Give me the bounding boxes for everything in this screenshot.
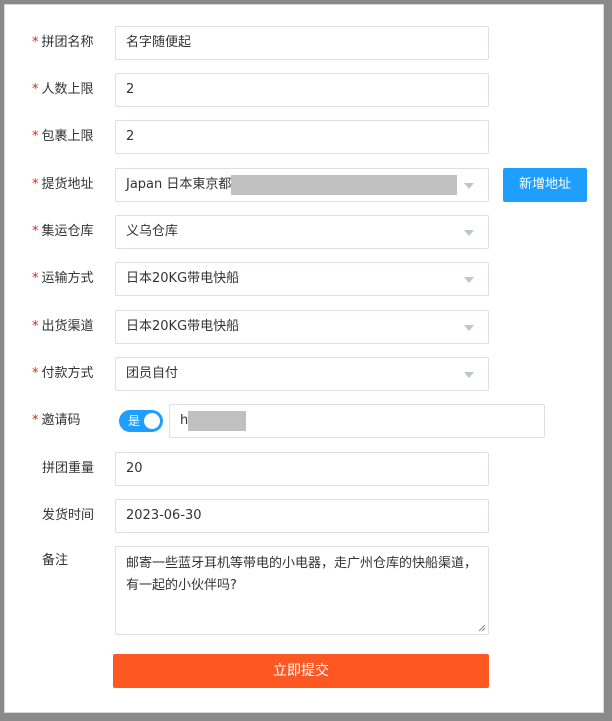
chevron-down-icon — [464, 372, 474, 378]
required-asterisk: * — [32, 366, 39, 381]
required-asterisk: * — [32, 319, 39, 334]
chevron-down-icon — [464, 230, 474, 236]
form-panel: * 拼团名称 名字随便起 * 人数上限 2 * 包裹上限 2 * 提货地址 Japan … — [4, 4, 604, 713]
remark-label: 备注 — [42, 553, 69, 568]
payment-method-label: * 付款方式 — [32, 366, 94, 381]
chevron-down-icon — [464, 325, 474, 331]
remark-textarea[interactable]: 邮寄一些蓝牙耳机等带电的小电器，走广州仓库的快船渠道，有一起的小伙伴吗? — [115, 546, 489, 635]
toggle-knob — [144, 413, 160, 429]
pickup-address-label: * 提货地址 — [32, 177, 94, 192]
group-name-label: * 拼团名称 — [32, 35, 94, 50]
redacted-block — [231, 174, 458, 195]
package-limit-input[interactable]: 2 — [115, 120, 489, 154]
invite-code-input[interactable]: h — [169, 404, 545, 438]
add-address-button[interactable]: 新增地址 — [503, 168, 587, 202]
submit-button[interactable]: 立即提交 — [113, 654, 489, 688]
redacted-block — [188, 410, 247, 431]
shipping-method-value: 日本20KG带电快船 — [126, 271, 240, 286]
required-asterisk: * — [32, 224, 39, 239]
resize-grip-icon[interactable] — [478, 624, 486, 632]
toggle-label: 是 — [128, 414, 141, 428]
invite-code-toggle[interactable]: 是 — [119, 410, 163, 432]
payment-method-select[interactable]: 团员自付 — [115, 357, 489, 391]
invite-code-label: * 邀请码 — [32, 413, 81, 428]
shipping-channel-select[interactable]: 日本20KG带电快船 — [115, 310, 489, 344]
package-limit-label: * 包裹上限 — [32, 129, 94, 144]
shipping-method-label: * 运输方式 — [32, 271, 94, 286]
required-asterisk: * — [32, 35, 39, 50]
warehouse-select[interactable]: 义乌仓库 — [115, 215, 489, 249]
invite-code-value: h — [180, 413, 189, 428]
warehouse-value: 义乌仓库 — [126, 224, 179, 239]
people-limit-label: * 人数上限 — [32, 82, 94, 97]
required-asterisk: * — [32, 129, 39, 144]
required-asterisk: * — [32, 413, 39, 428]
shipping-channel-value: 日本20KG带电快船 — [126, 319, 240, 334]
ship-date-label: 发货时间 — [42, 508, 95, 523]
group-name-input[interactable]: 名字随便起 — [115, 26, 489, 60]
ship-date-input[interactable]: 2023-06-30 — [115, 499, 489, 533]
chevron-down-icon — [464, 277, 474, 283]
pickup-address-value: Japan 日本東京都 — [126, 177, 232, 192]
shipping-method-select[interactable]: 日本20KG带电快船 — [115, 262, 489, 296]
shipping-channel-label: * 出货渠道 — [32, 319, 94, 334]
required-asterisk: * — [32, 82, 39, 97]
payment-method-value: 团员自付 — [126, 366, 179, 381]
people-limit-input[interactable]: 2 — [115, 73, 489, 107]
required-asterisk: * — [32, 271, 39, 286]
pickup-address-select[interactable]: Japan 日本東京都 — [115, 168, 489, 202]
chevron-down-icon — [464, 183, 474, 189]
required-asterisk: * — [32, 177, 39, 192]
group-weight-input[interactable]: 20 — [115, 452, 489, 486]
warehouse-label: * 集运仓库 — [32, 224, 94, 239]
group-weight-label: 拼团重量 — [42, 461, 95, 476]
remark-value: 邮寄一些蓝牙耳机等带电的小电器，走广州仓库的快船渠道，有一起的小伙伴吗? — [126, 556, 478, 593]
